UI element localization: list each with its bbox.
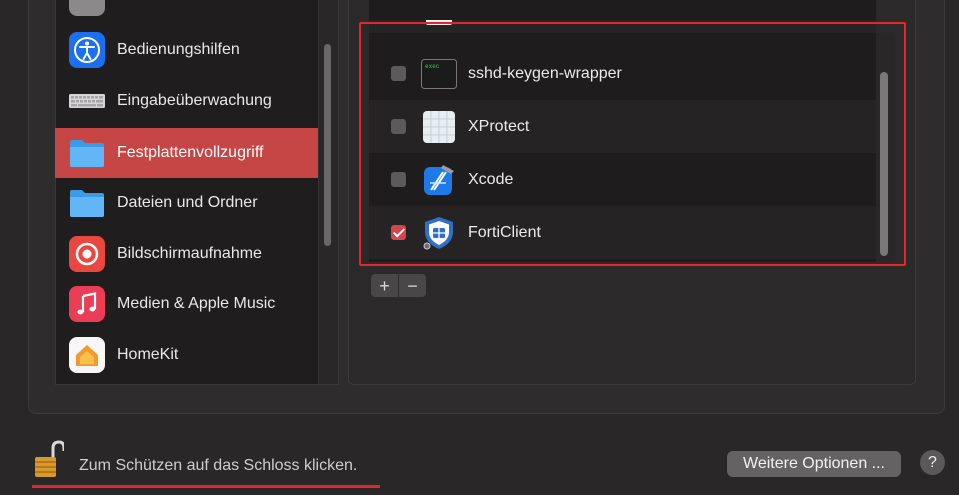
screen-record-icon — [69, 236, 105, 272]
sidebar-item-files-and-folders[interactable]: Dateien und Ordner — [55, 178, 318, 228]
add-app-button[interactable]: + — [371, 274, 398, 297]
sidebar-item-label: Dateien und Ordner — [117, 194, 258, 211]
keyboard-icon — [69, 83, 105, 119]
sidebar-item-label: Bildschirmaufnahme — [117, 245, 262, 262]
sidebar-item-screen-recording[interactable]: Bildschirmaufnahme — [55, 229, 318, 279]
sidebar-item-media-apple-music[interactable]: Medien & Apple Music — [55, 279, 318, 329]
lock-hint-text: Zum Schützen auf das Schloss klicken. — [79, 457, 358, 474]
sidebar-item-label: Medien & Apple Music — [117, 295, 276, 312]
sidebar-item-label: Festplattenvollzugriff — [117, 144, 264, 161]
highlight-underline — [32, 485, 380, 488]
sidebar-item-label: Eingabeüberwachung — [117, 92, 272, 109]
remove-app-button[interactable]: − — [398, 274, 426, 297]
more-options-button[interactable]: Weitere Optionen ... — [727, 451, 901, 477]
lock-icon[interactable] — [34, 440, 66, 480]
home-icon — [69, 337, 105, 373]
folder-icon — [69, 185, 105, 221]
accessibility-icon — [69, 32, 105, 68]
sidebar-item-label: Bedienungshilfen — [117, 41, 240, 58]
highlight-box — [359, 22, 906, 266]
sidebar-item-homekit[interactable]: HomeKit — [55, 330, 318, 380]
folder-icon — [69, 135, 105, 171]
sidebar-item-partial-top — [69, 0, 105, 16]
help-button[interactable]: ? — [920, 450, 945, 475]
sidebar-item-label: HomeKit — [117, 346, 179, 363]
sidebar-scrollbar-thumb[interactable] — [324, 44, 331, 246]
sidebar-item-accessibility[interactable]: Bedienungshilfen — [55, 25, 318, 75]
music-icon — [69, 286, 105, 322]
sidebar-item-input-monitoring[interactable]: Eingabeüberwachung — [55, 76, 318, 126]
add-remove-control: + − — [371, 274, 426, 297]
sidebar-item-full-disk-access[interactable]: Festplattenvollzugriff — [55, 128, 318, 178]
